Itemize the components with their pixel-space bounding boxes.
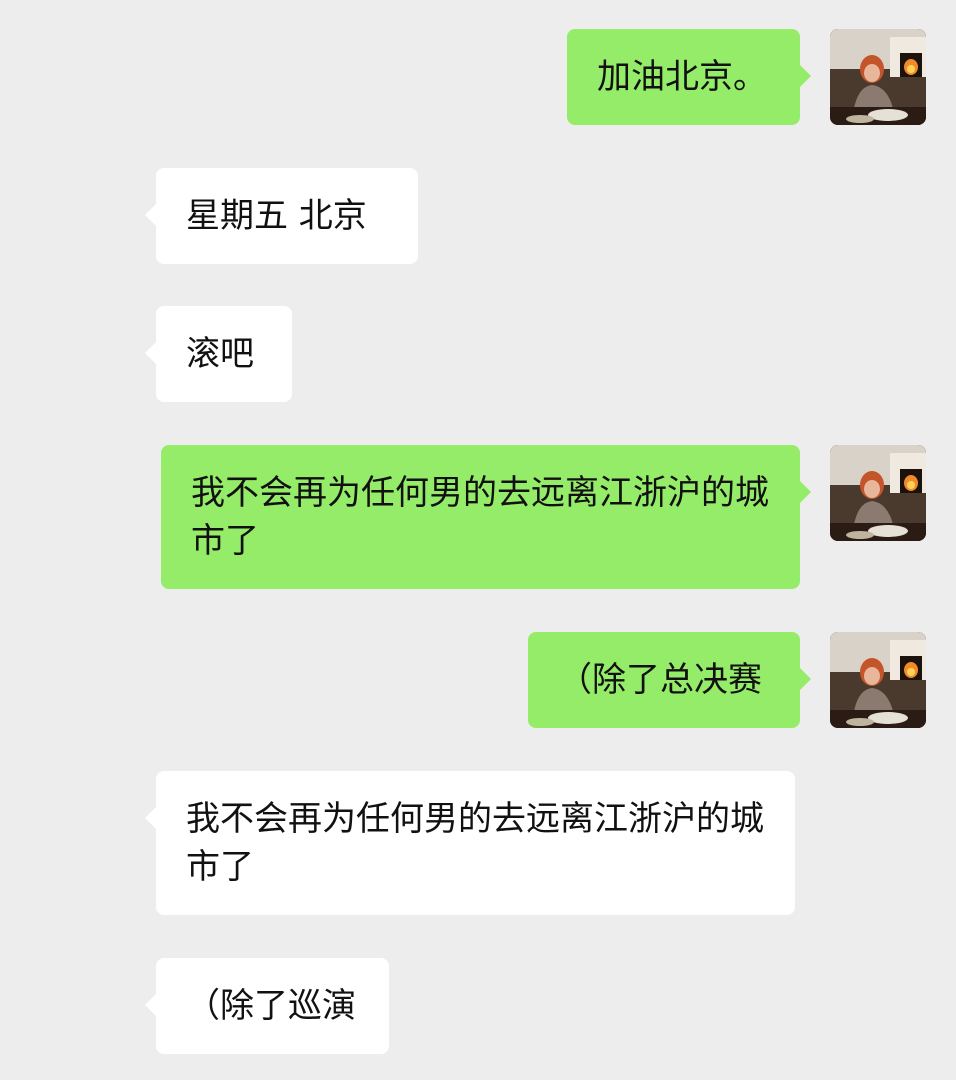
message-bubble-sent[interactable]: 加油北京。	[567, 29, 811, 125]
message-bubble-sent[interactable]: 我不会再为任何男的去远离江浙沪的城市了	[161, 445, 811, 589]
user-photo-avatar-icon	[830, 445, 926, 541]
user-photo-avatar-icon	[830, 632, 926, 728]
message-bubble-received[interactable]: 我不会再为任何男的去远离江浙沪的城市了	[145, 771, 795, 915]
message-bubble-sent[interactable]: （除了总决赛	[528, 632, 811, 728]
sender-avatar[interactable]	[830, 445, 926, 541]
message-bubble-received[interactable]: 星期五 北京	[145, 168, 418, 264]
sender-avatar[interactable]	[830, 29, 926, 125]
user-photo-avatar-icon	[830, 29, 926, 125]
message-bubble-received[interactable]: （除了巡演	[145, 958, 389, 1054]
sender-avatar[interactable]	[830, 632, 926, 728]
message-bubble-received[interactable]: 滚吧	[145, 306, 292, 402]
